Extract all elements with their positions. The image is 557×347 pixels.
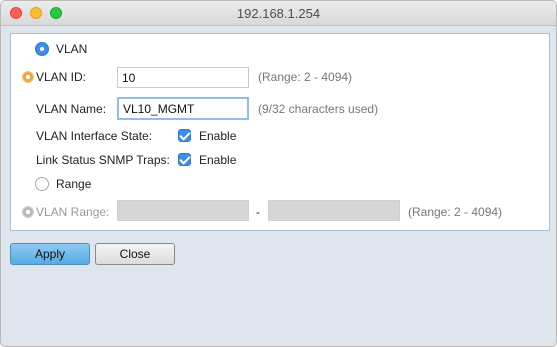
- required-gear-icon: [23, 72, 33, 82]
- window-title: 192.168.1.254: [236, 6, 321, 21]
- vlan-id-input[interactable]: [117, 67, 249, 88]
- range-radio-label: Range: [56, 177, 92, 191]
- close-button[interactable]: Close: [95, 243, 175, 265]
- vlan-name-char-count: (9/32 characters used): [258, 102, 379, 116]
- vlan-id-label: VLAN ID:: [36, 70, 87, 84]
- range-radio[interactable]: [35, 177, 49, 191]
- vlan-range-start-input: [117, 200, 249, 221]
- snmp-traps-checkbox[interactable]: [178, 153, 191, 166]
- vlan-id-range-hint: (Range: 2 - 4094): [258, 70, 353, 84]
- interface-state-label: VLAN Interface State:: [36, 129, 153, 143]
- vlan-range-label: VLAN Range:: [36, 205, 110, 219]
- vlan-name-input[interactable]: [117, 97, 249, 120]
- vlan-range-separator: -: [256, 205, 260, 219]
- interface-state-enable-label: Enable: [199, 129, 237, 143]
- vlan-name-label: VLAN Name:: [36, 102, 107, 116]
- vlan-radio-label: VLAN: [56, 42, 88, 56]
- vlan-form-panel: VLAN VLAN ID: (Range: 2 - 4094) VLAN Nam…: [10, 33, 550, 231]
- vlan-range-hint: (Range: 2 - 4094): [408, 205, 503, 219]
- vlan-range-end-input: [268, 200, 400, 221]
- snmp-traps-enable-label: Enable: [199, 153, 237, 167]
- disabled-gear-icon: [23, 207, 33, 217]
- snmp-traps-label: Link Status SNMP Traps:: [36, 153, 170, 167]
- apply-button[interactable]: Apply: [10, 243, 90, 265]
- dialog-window: 192.168.1.254 VLAN VLAN ID: (Range: 2 - …: [0, 0, 557, 347]
- vlan-radio[interactable]: [35, 42, 49, 56]
- interface-state-checkbox[interactable]: [178, 129, 191, 142]
- title-bar: 192.168.1.254: [1, 1, 556, 26]
